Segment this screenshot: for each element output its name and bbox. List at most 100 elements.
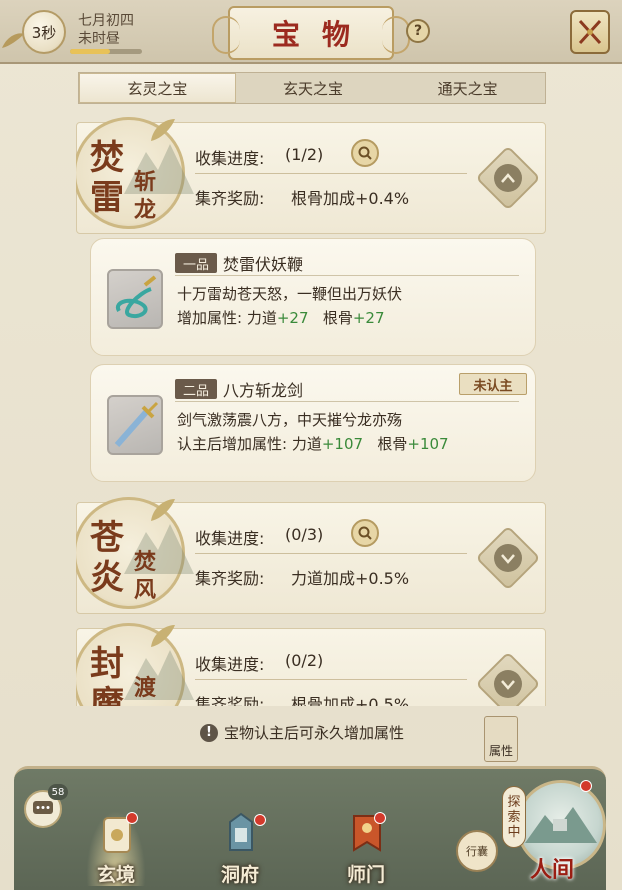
page-title: 宝物 bbox=[271, 18, 372, 51]
time-progress-fill bbox=[70, 49, 110, 54]
divider bbox=[195, 553, 467, 554]
attr1-value: +27 bbox=[276, 309, 309, 327]
reward-value: 力道加成+0.5% bbox=[291, 569, 410, 588]
timer-text: 3秒 bbox=[31, 23, 57, 42]
reward-value: 根骨加成+0.4% bbox=[291, 189, 410, 208]
tab-tongtian[interactable]: 通天之宝 bbox=[390, 73, 545, 103]
reward-value: 根骨加成+0.5% bbox=[291, 695, 410, 706]
medallion-char: 雷 bbox=[90, 178, 124, 218]
top-bar: 3秒 七月初四 未时昼 宝物 ? bbox=[0, 0, 622, 64]
unbound-tag: 未认主 bbox=[459, 373, 527, 395]
time-countdown[interactable]: 3秒 bbox=[22, 10, 66, 54]
magnifier-icon bbox=[358, 526, 372, 540]
progress-value: (0/3) bbox=[285, 525, 324, 544]
exploring-tag: 探 索 中 bbox=[502, 786, 526, 848]
explore-char: 中 bbox=[507, 824, 521, 840]
medallion-char: 魔 bbox=[90, 684, 124, 706]
item-description: 剑气激荡震八方，中天摧兮龙亦殇 bbox=[177, 411, 403, 429]
leaf-icon bbox=[151, 625, 175, 647]
medallion-char: 炎 bbox=[90, 558, 124, 598]
help-icon: ? bbox=[413, 23, 423, 39]
title-banner: 宝物 bbox=[212, 6, 410, 60]
tip-row: ! 宝物认主后可永久增加属性 bbox=[200, 722, 404, 743]
nav-xuanjing[interactable]: 玄境 bbox=[84, 806, 148, 886]
leaf-icon bbox=[151, 119, 175, 141]
tip-text: 宝物认主后可永久增加属性 bbox=[224, 724, 405, 742]
notification-dot bbox=[374, 812, 386, 824]
attributes-label: 属性 bbox=[488, 744, 513, 758]
divider bbox=[195, 679, 467, 680]
chat-icon bbox=[33, 801, 53, 814]
category-tabs: 玄灵之宝 玄天之宝 通天之宝 bbox=[78, 72, 546, 104]
attr-label: 认主后增加属性: bbox=[177, 435, 288, 453]
chevron-up-icon bbox=[501, 173, 515, 183]
set-card-fenlei: 焚 雷 斩 龙 收集进度: (1/2) 集齐奖励: 根骨加成+0.4% bbox=[76, 117, 546, 234]
grade-badge: 一品 bbox=[175, 253, 217, 273]
medallion-char: 风 bbox=[134, 577, 157, 603]
item-name: 焚雷伏妖鞭 bbox=[223, 255, 304, 274]
tab-label: 通天之宝 bbox=[437, 79, 498, 98]
divider bbox=[175, 275, 519, 276]
item-name: 八方斩龙剑 bbox=[223, 381, 304, 400]
bag-button[interactable]: 行囊 bbox=[456, 830, 498, 872]
whip-icon bbox=[107, 269, 163, 329]
attr2-name: 根骨 bbox=[322, 309, 353, 327]
tab-xuantian[interactable]: 玄天之宝 bbox=[236, 73, 391, 103]
explore-char: 探 bbox=[507, 794, 521, 810]
notification-dot bbox=[126, 812, 138, 824]
world-label: 人间 bbox=[530, 857, 575, 883]
chat-count-badge: 58 bbox=[48, 784, 68, 800]
attr1-name: 力道 bbox=[246, 309, 277, 327]
lantern-icon bbox=[229, 812, 253, 851]
notification-dot bbox=[580, 780, 592, 792]
notification-dot bbox=[254, 814, 266, 826]
tab-label: 玄灵之宝 bbox=[127, 79, 188, 98]
explore-char: 索 bbox=[507, 809, 521, 825]
nav-shimen[interactable]: 师门 bbox=[334, 806, 398, 886]
time-of-day: 未时昼 bbox=[78, 31, 120, 47]
sword-icon bbox=[107, 395, 163, 455]
search-button[interactable] bbox=[351, 139, 379, 167]
nav-label: 洞府 bbox=[220, 864, 259, 886]
treasure-item-sword[interactable]: 二品 八方斩龙剑 未认主 剑气激荡震八方，中天摧兮龙亦殇 认主后增加属性: 力道… bbox=[90, 364, 536, 482]
reward-label: 集齐奖励: bbox=[195, 569, 265, 588]
set-card-cangyan: 苍 炎 焚 风 收集进度: (0/3) 集齐奖励: 力道加成+0.5% bbox=[76, 497, 546, 614]
item-description: 十万雷劫苍天怒，一鞭但出万妖伏 bbox=[177, 285, 403, 303]
progress-value: (0/2) bbox=[285, 651, 324, 670]
bag-label: 行囊 bbox=[466, 845, 488, 858]
attributes-button[interactable]: 属性 bbox=[484, 716, 518, 762]
divider bbox=[175, 401, 519, 402]
help-button[interactable]: ? bbox=[406, 19, 430, 43]
expand-button[interactable] bbox=[475, 651, 541, 706]
attr2-name: 根骨 bbox=[377, 435, 408, 453]
set-card-fengmo: 封 魔 渡 收集进度: (0/2) 集齐奖励: 根骨加成+0.5% bbox=[76, 623, 546, 706]
treasure-item-whip[interactable]: 一品 焚雷伏妖鞭 十万雷劫苍天怒，一鞭但出万妖伏 增加属性: 力道+27 根骨+… bbox=[90, 238, 536, 356]
tab-xuanling[interactable]: 玄灵之宝 bbox=[79, 73, 236, 103]
progress-value: (1/2) bbox=[285, 145, 324, 164]
treasure-list[interactable]: 焚 雷 斩 龙 收集进度: (1/2) 集齐奖励: 根骨加成+0.4% 一品 焚… bbox=[76, 116, 546, 706]
chevron-down-icon bbox=[501, 554, 515, 564]
medallion-char: 龙 bbox=[134, 197, 157, 223]
nav-label: 师门 bbox=[346, 864, 385, 886]
attr-label: 增加属性: bbox=[177, 309, 243, 327]
close-icon bbox=[578, 19, 602, 45]
item-attributes: 增加属性: 力道+27 根骨+27 bbox=[177, 307, 385, 328]
close-button[interactable] bbox=[570, 10, 610, 54]
grade-badge: 二品 bbox=[175, 379, 217, 399]
nav-label: 玄境 bbox=[96, 864, 135, 886]
search-button[interactable] bbox=[351, 519, 379, 547]
progress-label: 收集进度: bbox=[195, 529, 265, 548]
progress-label: 收集进度: bbox=[195, 655, 265, 674]
item-attributes: 认主后增加属性: 力道+107 根骨+107 bbox=[177, 433, 449, 454]
nav-dongfu[interactable]: 洞府 bbox=[208, 806, 272, 886]
reward-label: 集齐奖励: bbox=[195, 695, 265, 706]
expand-button[interactable] bbox=[475, 525, 541, 591]
attr1-name: 力道 bbox=[291, 435, 322, 453]
medallion-char: 渡 bbox=[134, 675, 157, 701]
lunar-date: 七月初四 bbox=[78, 13, 134, 29]
collapse-button[interactable] bbox=[475, 145, 541, 211]
tab-label: 玄天之宝 bbox=[283, 79, 344, 98]
treasure-screen: 3秒 七月初四 未时昼 宝物 ? 玄灵之宝 玄天之宝 通天之宝 焚 雷 斩 龙 … bbox=[0, 0, 622, 890]
reward-label: 集齐奖励: bbox=[195, 189, 265, 208]
divider bbox=[195, 173, 467, 174]
